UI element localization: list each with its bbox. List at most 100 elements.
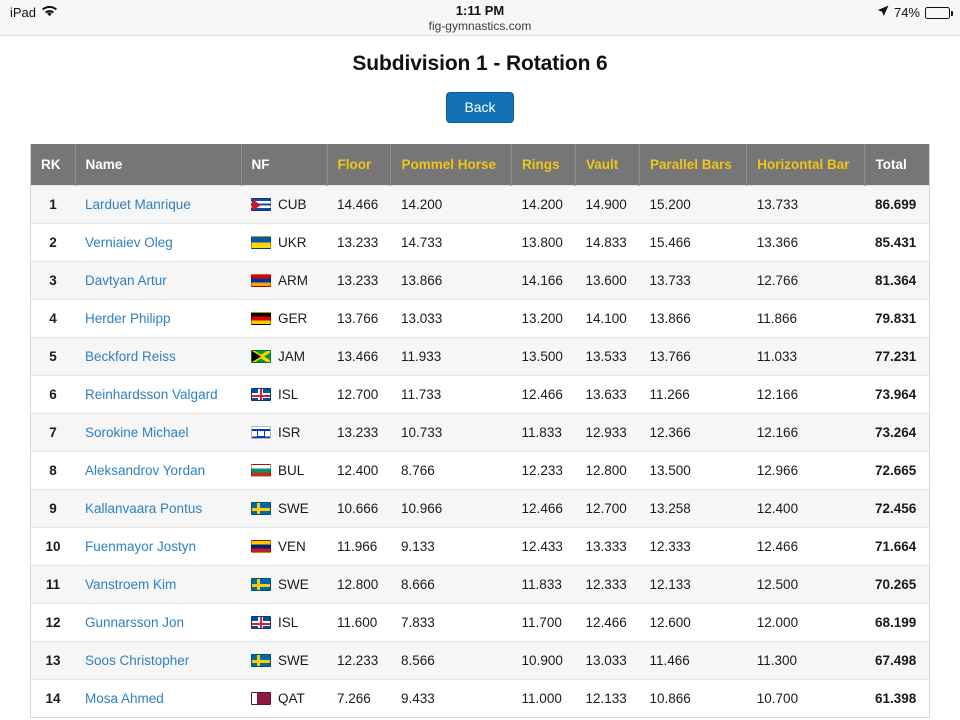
gymnast-name-link[interactable]: Davtyan Artur [75, 261, 241, 300]
flag-icon-swe [251, 578, 271, 591]
cell-hbar: 12.000 [746, 603, 865, 642]
table-row: 6 Reinhardsson Valgard ISL 12.700 11.733 12.4… [31, 375, 929, 414]
cell-pommel: 8.666 [390, 565, 512, 604]
cell-floor: 12.700 [327, 375, 391, 414]
column-header-rk[interactable]: RK [31, 144, 76, 186]
cell-rings: 13.500 [511, 337, 576, 376]
cell-rk: 2 [31, 223, 75, 262]
cell-hbar: 12.166 [746, 375, 865, 414]
cell-total: 61.398 [864, 679, 929, 717]
cell-rk: 9 [31, 489, 75, 528]
cell-vault: 14.100 [575, 299, 640, 338]
gymnast-name-link[interactable]: Mosa Ahmed [75, 679, 241, 717]
cell-floor: 11.966 [327, 527, 391, 566]
cell-floor: 13.233 [327, 261, 391, 300]
cell-pbars: 15.200 [639, 185, 747, 224]
cell-pbars: 13.733 [639, 261, 747, 300]
cell-total: 73.964 [864, 375, 929, 414]
cell-total: 70.265 [864, 565, 929, 604]
table-row: 13 Soos Christopher SWE 12.233 8.566 10.900 13… [31, 641, 929, 680]
table-row: 2 Verniaiev Oleg UKR 13.233 14.733 13.800 14.8… [31, 223, 929, 262]
flag-icon-isr [251, 426, 271, 439]
battery-percent-label: 74% [893, 5, 920, 20]
column-header-name[interactable]: Name [75, 144, 242, 186]
status-bar-center: 1:11 PM fig-gymnastics.com [0, 3, 960, 34]
flag-icon-bul [251, 464, 271, 477]
cell-rk: 1 [31, 185, 75, 224]
cell-hbar: 12.500 [746, 565, 865, 604]
cell-rk: 14 [31, 679, 75, 717]
column-header-floor[interactable]: Floor [327, 144, 392, 186]
cell-hbar: 11.300 [746, 641, 865, 680]
gymnast-name-link[interactable]: Reinhardsson Valgard [75, 375, 241, 414]
status-bar-right: 74% [877, 5, 953, 20]
cell-pbars: 13.866 [639, 299, 747, 338]
gymnast-name-link[interactable]: Gunnarsson Jon [75, 603, 241, 642]
flag-icon-arm [251, 274, 271, 287]
cell-vault: 13.333 [575, 527, 640, 566]
column-header-nf[interactable]: NF [241, 144, 328, 186]
cell-pommel: 14.733 [390, 223, 512, 262]
cell-vault: 13.033 [575, 641, 640, 680]
clock-label: 1:11 PM [455, 3, 505, 18]
cell-rk: 8 [31, 451, 75, 490]
battery-icon [925, 6, 953, 19]
gymnast-name-link[interactable]: Sorokine Michael [75, 413, 241, 452]
nf-code-label: SWE [278, 577, 309, 592]
gymnast-name-link[interactable]: Vanstroem Kim [75, 565, 241, 604]
cell-pbars: 11.266 [639, 375, 747, 414]
cell-total: 71.664 [864, 527, 929, 566]
gymnast-name-link[interactable]: Beckford Reiss [75, 337, 241, 376]
table-row: 7 Sorokine Michael ISR 13.233 10.733 11.833 12… [31, 413, 929, 452]
column-header-total[interactable]: Total [864, 144, 929, 186]
back-button[interactable]: Back [446, 92, 514, 123]
cell-rings: 11.000 [511, 679, 576, 717]
column-header-hbar[interactable]: Horizontal Bar [746, 144, 866, 186]
cell-pommel: 13.033 [390, 299, 512, 338]
nf-code-label: UKR [278, 235, 307, 250]
column-header-pbars[interactable]: Parallel Bars [639, 144, 748, 186]
cell-vault: 14.900 [575, 185, 640, 224]
nf-code-label: ARM [278, 273, 308, 288]
cell-total: 73.264 [864, 413, 929, 452]
table-row: 5 Beckford Reiss JAM 13.466 11.933 13.500 13.5… [31, 337, 929, 376]
cell-pommel: 13.866 [390, 261, 512, 300]
cell-vault: 12.800 [575, 451, 640, 490]
nf-code-label: CUB [278, 197, 307, 212]
gymnast-name-link[interactable]: Fuenmayor Jostyn [75, 527, 241, 566]
cell-pbars: 12.366 [639, 413, 747, 452]
gymnast-name-link[interactable]: Verniaiev Oleg [75, 223, 241, 262]
nf-code-label: ISR [278, 425, 301, 440]
column-header-rings[interactable]: Rings [511, 144, 577, 186]
results-table-body: 1 Larduet Manrique CUB 14.466 14.200 14.200 14… [31, 185, 929, 717]
table-row: 8 Aleksandrov Yordan BUL 12.400 8.766 12.233 1… [31, 451, 929, 490]
nf-code-label: VEN [278, 539, 306, 554]
page-url-label: fig-gymnastics.com [428, 19, 532, 33]
gymnast-name-link[interactable]: Soos Christopher [75, 641, 241, 680]
cell-rk: 10 [31, 527, 75, 566]
column-header-vault[interactable]: Vault [575, 144, 640, 186]
cell-pommel: 10.966 [390, 489, 512, 528]
cell-floor: 12.233 [327, 641, 391, 680]
gymnast-name-link[interactable]: Larduet Manrique [75, 185, 241, 224]
table-row: 14 Mosa Ahmed QAT 7.266 9.433 11.000 12.133 10.… [31, 679, 929, 717]
cell-rings: 13.800 [511, 223, 576, 262]
nf-code-label: JAM [278, 349, 305, 364]
gymnast-name-link[interactable]: Herder Philipp [75, 299, 241, 338]
cell-vault: 12.466 [575, 603, 640, 642]
cell-nf: SWE [241, 489, 327, 528]
gymnast-name-link[interactable]: Kallanvaara Pontus [75, 489, 241, 528]
nf-code-label: BUL [278, 463, 305, 478]
cell-pbars: 15.466 [639, 223, 747, 262]
cell-rk: 4 [31, 299, 75, 338]
nf-code-label: QAT [278, 691, 305, 706]
cell-total: 67.498 [864, 641, 929, 680]
gymnast-name-link[interactable]: Aleksandrov Yordan [75, 451, 241, 490]
nf-code-label: ISL [278, 615, 299, 630]
cell-pbars: 10.866 [639, 679, 747, 717]
cell-nf: SWE [241, 641, 327, 680]
cell-pommel: 11.933 [390, 337, 512, 376]
results-table: RK Name NF Floor Pommel Horse Rings Vault Paral… [31, 144, 929, 717]
cell-hbar: 12.166 [746, 413, 865, 452]
column-header-pommel[interactable]: Pommel Horse [390, 144, 513, 186]
